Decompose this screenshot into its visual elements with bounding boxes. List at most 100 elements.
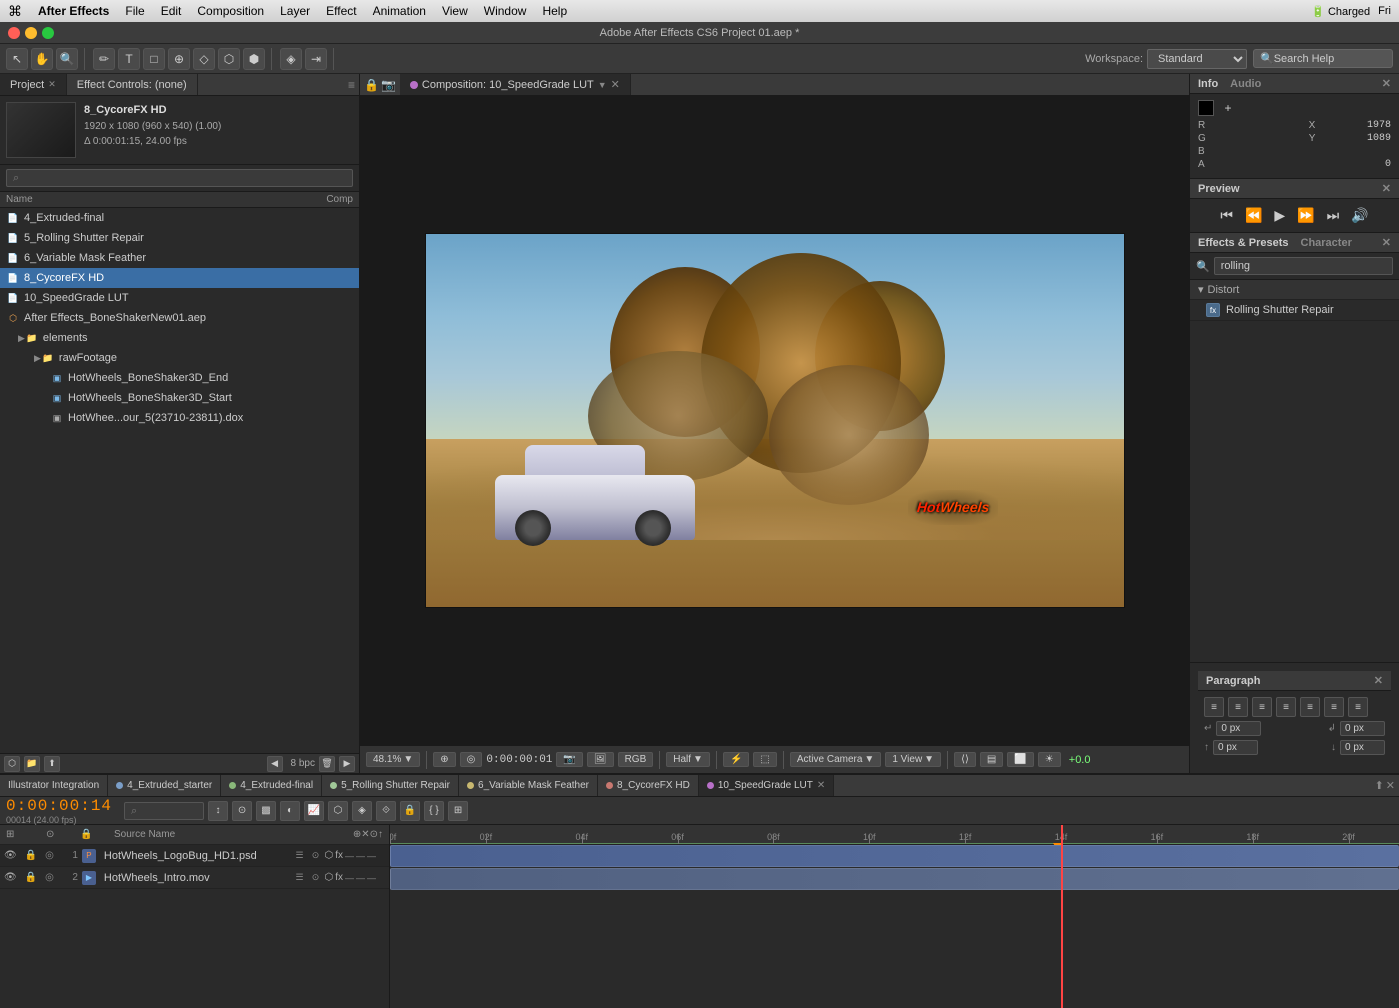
tab-speedgrade-timeline[interactable]: 10_SpeedGrade LUT ✕	[699, 775, 834, 796]
motion-blur-btn[interactable]: ◐	[280, 801, 300, 821]
puppet-tool[interactable]: ⬢	[243, 48, 265, 70]
apple-menu[interactable]: ⌘	[8, 3, 22, 20]
menu-view[interactable]: View	[442, 4, 468, 18]
close-comp-tab[interactable]: ✕	[611, 78, 620, 91]
import-btn[interactable]: ⬆	[44, 756, 60, 772]
justify-all-btn[interactable]: ≡	[1348, 697, 1368, 717]
close-timeline-panel-btn[interactable]: ✕	[1386, 779, 1395, 792]
snap-toggle[interactable]: ◈	[280, 48, 302, 70]
project-search-input[interactable]	[6, 169, 353, 187]
3d-layer-btn[interactable]: ⬡	[328, 801, 348, 821]
text-tool[interactable]: T	[118, 48, 140, 70]
quality-selector[interactable]: Half ▼	[666, 752, 710, 767]
scroll-left-btn[interactable]: ◀	[267, 756, 283, 772]
tab-illustrator-integration[interactable]: Illustrator Integration	[0, 775, 108, 796]
hide-shy-btn[interactable]: ⊙	[232, 801, 252, 821]
ik-btn[interactable]: ⟐	[376, 801, 396, 821]
tab-rolling-shutter[interactable]: 5_Rolling Shutter Repair	[322, 775, 459, 796]
indent-left-input[interactable]	[1216, 721, 1261, 736]
justify-btn[interactable]: ≡	[1276, 697, 1296, 717]
crosshair-btn[interactable]: +	[1220, 100, 1236, 116]
rend-order-btn[interactable]: ⊞	[448, 801, 468, 821]
list-item[interactable]: ⬡ After Effects_BoneShakerNew01.aep	[0, 308, 359, 328]
paragraph-panel-close[interactable]: ✕	[1374, 674, 1383, 687]
space-after-input[interactable]	[1340, 740, 1385, 755]
menu-edit[interactable]: Edit	[161, 4, 182, 18]
hand-tool[interactable]: ✋	[31, 48, 53, 70]
panel-menu-btn[interactable]: ≡	[348, 78, 355, 92]
track-keyframe-nav-2[interactable]: ⬡	[324, 872, 333, 883]
list-item-selected[interactable]: 📄 8_CycoreFX HD	[0, 268, 359, 288]
tab-audio[interactable]: Audio	[1230, 78, 1261, 90]
menu-effect[interactable]: Effect	[326, 4, 356, 18]
align-right-btn[interactable]: ≡	[1252, 697, 1272, 717]
list-item[interactable]: ▣ HotWheels_BoneShaker3D_End	[0, 368, 359, 388]
roto-tool[interactable]: ⬡	[218, 48, 240, 70]
effects-panel-close[interactable]: ✕	[1382, 236, 1391, 249]
scroll-right-btn[interactable]: ▶	[339, 756, 355, 772]
list-item[interactable]: 📄 10_SpeedGrade LUT	[0, 288, 359, 308]
preview-options-btn[interactable]: ◎	[460, 752, 483, 767]
effect-category-distort[interactable]: ▾ Distort	[1190, 280, 1399, 300]
space-before-input[interactable]	[1213, 740, 1258, 755]
menu-window[interactable]: Window	[484, 4, 527, 18]
tab-info[interactable]: Info	[1198, 78, 1218, 90]
graph-editor-btn[interactable]: 📈	[304, 801, 324, 821]
list-item[interactable]: ▣ HotWheels_BoneShaker3D_Start	[0, 388, 359, 408]
menu-file[interactable]: File	[125, 4, 144, 18]
list-item[interactable]: 📄 4_Extruded-final	[0, 208, 359, 228]
effect-rolling-shutter-repair[interactable]: fx Rolling Shutter Repair	[1190, 300, 1399, 321]
fast-preview-btn[interactable]: ⚡	[723, 752, 749, 767]
track-clip-2[interactable]	[390, 868, 1399, 890]
tab-extruded-starter[interactable]: 4_Extruded_starter	[108, 775, 221, 796]
effects-search-input[interactable]: rolling	[1214, 257, 1393, 275]
comp-flowchart-btn[interactable]: ⟨⟩	[954, 752, 976, 767]
trash-btn[interactable]: 🗑	[319, 756, 335, 772]
track-keyframe-nav-1[interactable]: ⬡	[324, 850, 333, 861]
tab-project[interactable]: Project ✕	[0, 74, 67, 95]
list-item[interactable]: ▶ 📁 rawFootage	[0, 348, 359, 368]
active-camera-selector[interactable]: Active Camera ▼	[790, 752, 881, 767]
menu-layer[interactable]: Layer	[280, 4, 310, 18]
expand-icon[interactable]: ▶	[34, 353, 41, 364]
tab-extruded-final[interactable]: 4_Extruded-final	[221, 775, 322, 796]
tab-paragraph[interactable]: Paragraph	[1206, 675, 1260, 687]
clone-tool[interactable]: ⊕	[168, 48, 190, 70]
tab-dropdown-icon[interactable]: ▼	[598, 80, 607, 90]
always-preview-btn[interactable]: ⊕	[433, 752, 455, 767]
zoom-tool[interactable]: 🔍	[56, 48, 78, 70]
search-help-box[interactable]: 🔍	[1253, 49, 1393, 68]
new-folder-btn[interactable]: 📁	[24, 756, 40, 772]
shy-icon-1[interactable]: ◎	[45, 850, 54, 861]
shy-icon-2[interactable]: ◎	[45, 872, 54, 883]
preview-panel-close[interactable]: ✕	[1382, 182, 1391, 195]
visibility-icon-2[interactable]: 👁	[4, 872, 17, 883]
close-project-tab[interactable]: ✕	[48, 79, 56, 90]
maximize-button[interactable]	[42, 27, 54, 39]
track-effect-1[interactable]: fx	[335, 850, 343, 861]
track-name-1[interactable]: HotWheels_LogoBug_HD1.psd	[104, 850, 289, 862]
close-button[interactable]	[8, 27, 20, 39]
align-left-btn[interactable]: ≡	[1204, 697, 1224, 717]
list-item[interactable]: 📄 5_Rolling Shutter Repair	[0, 228, 359, 248]
tab-preview[interactable]: Preview	[1198, 183, 1240, 195]
lock-icon-2[interactable]: 🔒	[25, 872, 37, 883]
first-frame-btn[interactable]: ⏮	[1218, 205, 1235, 226]
indent-right-input[interactable]	[1340, 721, 1385, 736]
snapping-btn[interactable]: ◈	[352, 801, 372, 821]
search-help-input[interactable]	[1274, 53, 1386, 65]
tab-cycofx-hd[interactable]: 8_CycoreFX HD	[598, 775, 699, 796]
tab-speedgrade-lut[interactable]: Composition: 10_SpeedGrade LUT ▼ ✕	[400, 74, 631, 95]
composition-viewer[interactable]: HotWheels	[360, 96, 1189, 745]
menu-help[interactable]: Help	[542, 4, 567, 18]
track-clip-1[interactable]	[390, 845, 1399, 867]
pen-tool[interactable]: ✏	[93, 48, 115, 70]
snapshot-btn[interactable]: 📷	[556, 752, 582, 767]
solo-switches-btn[interactable]: ↕	[208, 801, 228, 821]
lock-icon-1[interactable]: 🔒	[25, 850, 37, 861]
expand-all-btn[interactable]: ⊞	[6, 829, 26, 840]
menu-animation[interactable]: Animation	[373, 4, 426, 18]
menu-composition[interactable]: Composition	[197, 4, 264, 18]
minimize-button[interactable]	[25, 27, 37, 39]
track-solo-1[interactable]: ⊙	[308, 849, 322, 863]
